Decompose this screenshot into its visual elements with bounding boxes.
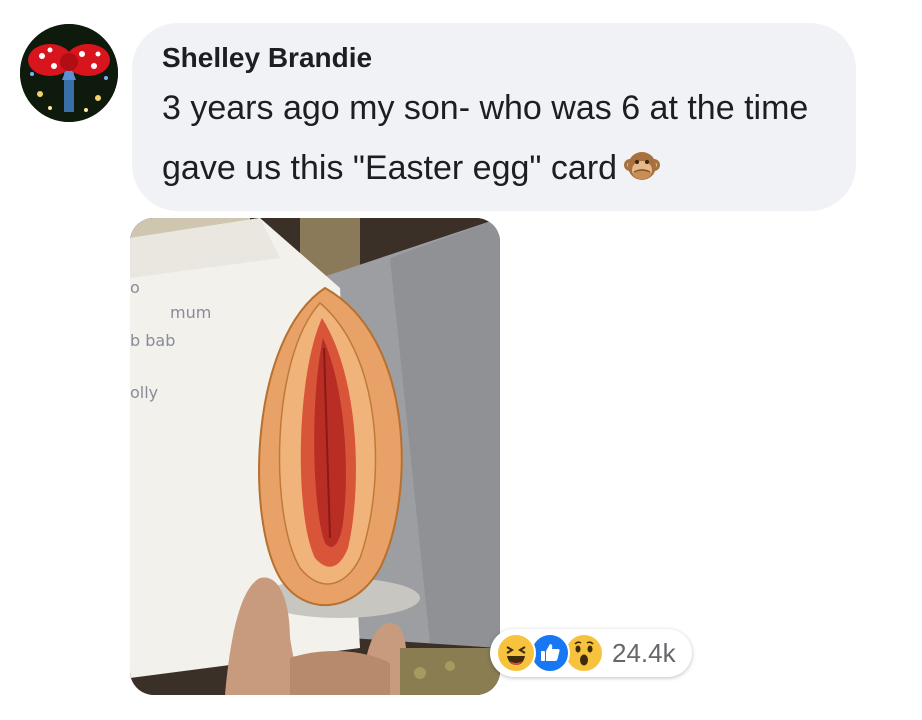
reaction-count: 24.4k <box>612 638 676 668</box>
see-no-evil-monkey-icon <box>623 144 661 204</box>
easter-egg-card-photo: o mum b bab olly <box>130 218 500 695</box>
avatar[interactable] <box>20 24 118 122</box>
comment-author[interactable]: Shelley Brandie <box>162 40 856 76</box>
like-reaction-icon <box>530 633 570 673</box>
comment-text: 3 years ago my son- who was 6 at the tim… <box>162 89 809 187</box>
comment-bubble: Shelley Brandie 3 years ago my son- who … <box>132 23 856 211</box>
card-handwriting-line: o <box>130 278 140 297</box>
comment-thread: Shelley Brandie 3 years ago my son- who … <box>0 0 922 720</box>
minnie-bow-icon <box>20 24 118 122</box>
haha-reaction-icon <box>496 633 536 673</box>
comment-body: 3 years ago my son- who was 6 at the tim… <box>162 78 842 204</box>
reaction-summary[interactable]: 24.4k <box>490 629 692 677</box>
card-handwriting-line: mum <box>170 303 211 322</box>
wow-reaction-icon <box>564 633 604 673</box>
comment-photo[interactable]: o mum b bab olly <box>130 218 500 695</box>
card-handwriting-line: b bab <box>130 331 175 350</box>
card-handwriting-line: olly <box>130 383 158 402</box>
